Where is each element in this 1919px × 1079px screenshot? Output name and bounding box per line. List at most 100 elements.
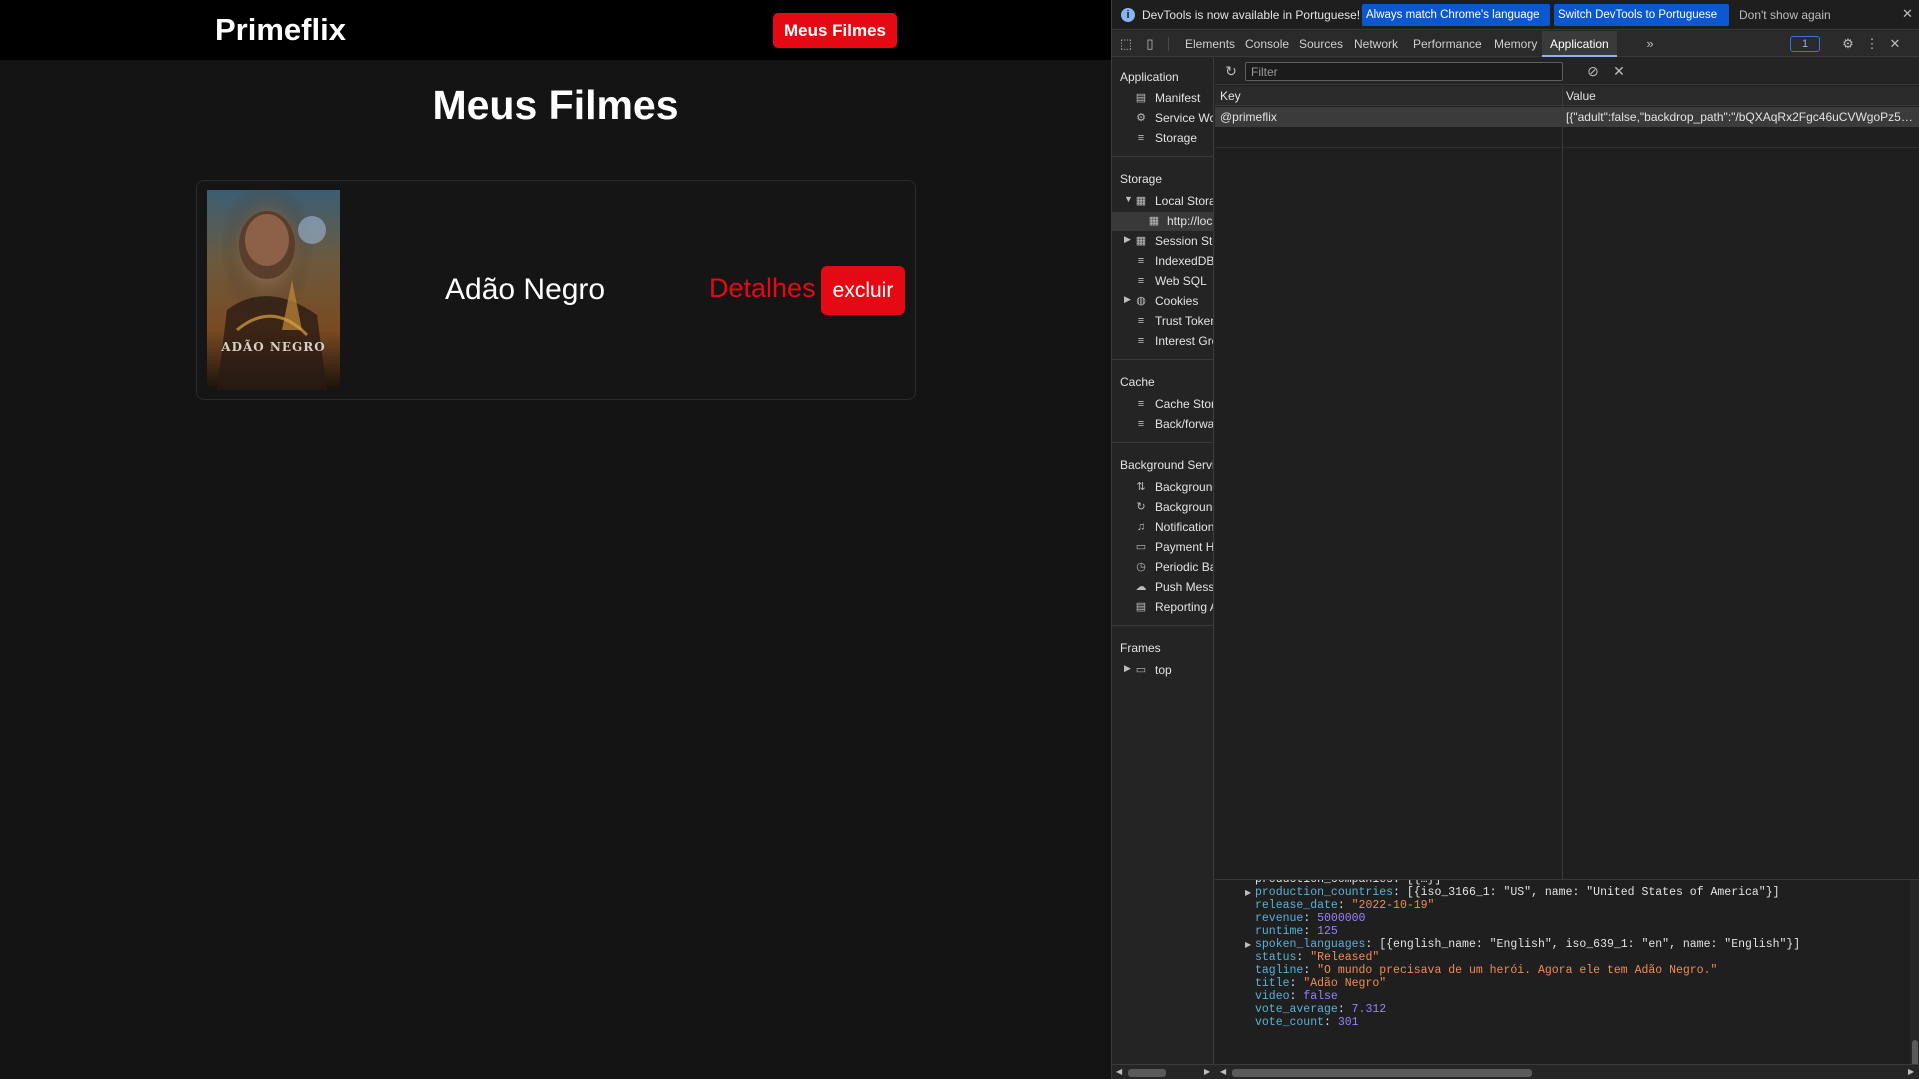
sidebar-item-cache-storage[interactable]: ≡ Cache Storage bbox=[1112, 395, 1213, 414]
sidebar-item-payment-handler[interactable]: ▭ Payment Handler bbox=[1112, 538, 1213, 557]
preview-key: title bbox=[1255, 977, 1290, 990]
sidebar-item-frame-top[interactable]: ▶ ▭ top bbox=[1112, 661, 1213, 680]
clear-all-icon[interactable]: ⊘ bbox=[1585, 63, 1601, 79]
collapsed-arrow-icon: ▶ bbox=[1124, 234, 1131, 244]
settings-gear-icon[interactable]: ⚙ bbox=[1840, 36, 1856, 52]
sidebar-item-back-forward-cache[interactable]: ≡ Back/forward cache bbox=[1112, 415, 1213, 434]
preview-separator: : bbox=[1289, 990, 1304, 1003]
inspect-element-icon[interactable]: ⬚ bbox=[1118, 36, 1134, 52]
tab-console[interactable]: Console bbox=[1237, 31, 1297, 57]
horizontal-scrollbar[interactable]: ◀ ▶ ◀ ▶ bbox=[1112, 1064, 1919, 1079]
main-scroll-thumb[interactable] bbox=[1232, 1069, 1532, 1077]
movie-card: ADÃO NEGRO Adão Negro Detalhes excluir bbox=[196, 180, 916, 400]
preview-value: 5000000 bbox=[1317, 912, 1366, 925]
sidebar-item-background-sync[interactable]: ↻ Background Sync bbox=[1112, 498, 1213, 517]
bell-icon: ♫ bbox=[1136, 521, 1146, 533]
my-movies-button[interactable]: Meus Filmes bbox=[773, 13, 897, 48]
preview-key: video bbox=[1255, 990, 1290, 1003]
sidebar-item-interest-groups[interactable]: ≡ Interest Groups bbox=[1112, 332, 1213, 351]
delete-button[interactable]: excluir bbox=[821, 266, 905, 315]
filter-input[interactable] bbox=[1245, 62, 1563, 81]
sidebar-item-indexeddb[interactable]: ≡ IndexedDB bbox=[1112, 252, 1213, 271]
cell-value[interactable]: [{"adult":false,"backdrop_path":"/bQXAqR… bbox=[1566, 110, 1914, 124]
preview-key: release_date bbox=[1255, 899, 1338, 912]
dont-show-again-button[interactable]: Don't show again bbox=[1739, 8, 1831, 22]
device-toolbar-icon[interactable]: ▯ bbox=[1142, 36, 1158, 52]
tab-sources[interactable]: Sources bbox=[1291, 31, 1351, 57]
sidebar-divider bbox=[1112, 442, 1213, 443]
value-preview: production_companies: [{…}] ▶ production_… bbox=[1215, 879, 1919, 1079]
sidebar-item-trust-tokens[interactable]: ≡ Trust Tokens bbox=[1112, 312, 1213, 331]
sidebar-header-application: Application bbox=[1120, 70, 1179, 84]
sidebar-item-label: Cookies bbox=[1155, 294, 1199, 308]
column-header-value[interactable]: Value bbox=[1566, 89, 1596, 103]
match-language-button[interactable]: Always match Chrome's language bbox=[1362, 4, 1550, 26]
details-link[interactable]: Detalhes bbox=[709, 273, 816, 304]
sidebar-item-background-fetch[interactable]: ⇅ Background Fetch bbox=[1112, 478, 1213, 497]
sidebar-divider bbox=[1112, 625, 1213, 626]
sidebar-item-web-sql[interactable]: ≡ Web SQL bbox=[1112, 272, 1213, 291]
tab-memory[interactable]: Memory bbox=[1486, 31, 1545, 57]
column-divider[interactable] bbox=[1562, 86, 1563, 938]
more-options-icon[interactable]: ⋮ bbox=[1864, 36, 1880, 52]
preview-value: [{iso_3166_1: "US", name: "United States… bbox=[1406, 886, 1780, 899]
switch-language-button[interactable]: Switch DevTools to Portuguese bbox=[1554, 4, 1729, 26]
movie-poster: ADÃO NEGRO bbox=[207, 190, 340, 390]
sidebar-item-notifications[interactable]: ♫ Notifications bbox=[1112, 518, 1213, 537]
sidebar-item-cookies[interactable]: ▶ ◍ Cookies bbox=[1112, 292, 1213, 311]
grid-icon: ▦ bbox=[1148, 215, 1160, 227]
preview-value: 301 bbox=[1337, 1016, 1359, 1029]
preview-separator: : bbox=[1393, 886, 1407, 899]
preview-line: tagline: "O mundo precisava de um herói.… bbox=[1255, 964, 1717, 977]
preview-separator: : bbox=[1303, 925, 1318, 938]
table-row[interactable]: @primeflix [{"adult":false,"backdrop_pat… bbox=[1215, 107, 1919, 127]
close-devtools-icon[interactable]: ✕ bbox=[1887, 36, 1903, 52]
sidebar-item-local-storage[interactable]: ▼▦ Local Storage bbox=[1112, 192, 1213, 211]
sidebar-divider bbox=[1112, 156, 1213, 157]
preview-line: vote_count: 301 bbox=[1255, 1016, 1359, 1029]
sidebar-scroll-thumb[interactable] bbox=[1128, 1069, 1166, 1077]
sidebar-item-session-storage[interactable]: ▶ ▦ Session Storage bbox=[1112, 232, 1213, 251]
preview-key: spoken_languages bbox=[1255, 938, 1366, 951]
movie-title: Adão Negro bbox=[445, 273, 606, 306]
refresh-icon[interactable]: ↻ bbox=[1223, 63, 1239, 79]
cloud-icon: ☁ bbox=[1135, 581, 1147, 593]
preview-line: video: false bbox=[1255, 990, 1338, 1003]
sidebar-item-label: Reporting API bbox=[1155, 600, 1213, 614]
filter-toolbar: ↻ ⊘ ✕ bbox=[1215, 58, 1919, 85]
tab-performance[interactable]: Performance bbox=[1405, 31, 1490, 57]
preview-key: runtime bbox=[1255, 925, 1304, 938]
sidebar-item-manifest[interactable]: ▤ Manifest bbox=[1112, 89, 1213, 108]
preview-key: tagline bbox=[1255, 964, 1304, 977]
column-header-key[interactable]: Key bbox=[1220, 89, 1241, 103]
logo[interactable]: Primeflix bbox=[215, 12, 346, 48]
scroll-right-icon[interactable]: ▶ bbox=[1908, 1067, 1914, 1076]
sidebar-header-storage: Storage bbox=[1120, 172, 1163, 186]
delete-selected-icon[interactable]: ✕ bbox=[1611, 63, 1627, 79]
sidebar-item-periodic-background-sync[interactable]: ◷ Periodic Background Sync bbox=[1112, 558, 1213, 577]
close-icon[interactable]: ✕ bbox=[1902, 6, 1913, 22]
issues-badge[interactable]: 1 bbox=[1790, 36, 1820, 52]
sidebar-item-storage[interactable]: ≡ Storage bbox=[1112, 129, 1213, 148]
sidebar-item-reporting-api[interactable]: ▤ Reporting API bbox=[1112, 598, 1213, 617]
grid-icon: ▦ bbox=[1135, 235, 1147, 247]
sidebar-item-localhost[interactable]: ▦ http://localhost:3000 bbox=[1112, 212, 1213, 231]
scroll-right-icon[interactable]: ▶ bbox=[1204, 1067, 1210, 1076]
sidebar-item-push-messaging[interactable]: ☁ Push Messaging bbox=[1112, 578, 1214, 597]
more-tabs-icon[interactable]: » bbox=[1642, 36, 1658, 52]
preview-value: "Adão Negro" bbox=[1303, 977, 1387, 990]
preview-line: revenue: 5000000 bbox=[1255, 912, 1365, 925]
database-icon: ≡ bbox=[1137, 418, 1145, 430]
cell-key[interactable]: @primeflix bbox=[1220, 110, 1277, 124]
sidebar-header-cache: Cache bbox=[1120, 375, 1155, 389]
sidebar-item-service-workers[interactable]: ⚙ Service Workers bbox=[1112, 109, 1213, 128]
expand-arrow-icon[interactable]: ▶ bbox=[1245, 888, 1251, 898]
expand-arrow-icon[interactable]: ▶ bbox=[1245, 940, 1251, 950]
tab-elements[interactable]: Elements bbox=[1177, 31, 1243, 57]
application-sidebar: Application ▤ Manifest ⚙ Service Workers ≡… bbox=[1112, 58, 1214, 1079]
scroll-left-icon[interactable]: ◀ bbox=[1220, 1067, 1226, 1076]
tab-network[interactable]: Network bbox=[1346, 31, 1406, 57]
scroll-left-icon[interactable]: ◀ bbox=[1116, 1067, 1122, 1076]
database-icon: ≡ bbox=[1137, 132, 1145, 144]
tab-application[interactable]: Application bbox=[1542, 31, 1617, 57]
